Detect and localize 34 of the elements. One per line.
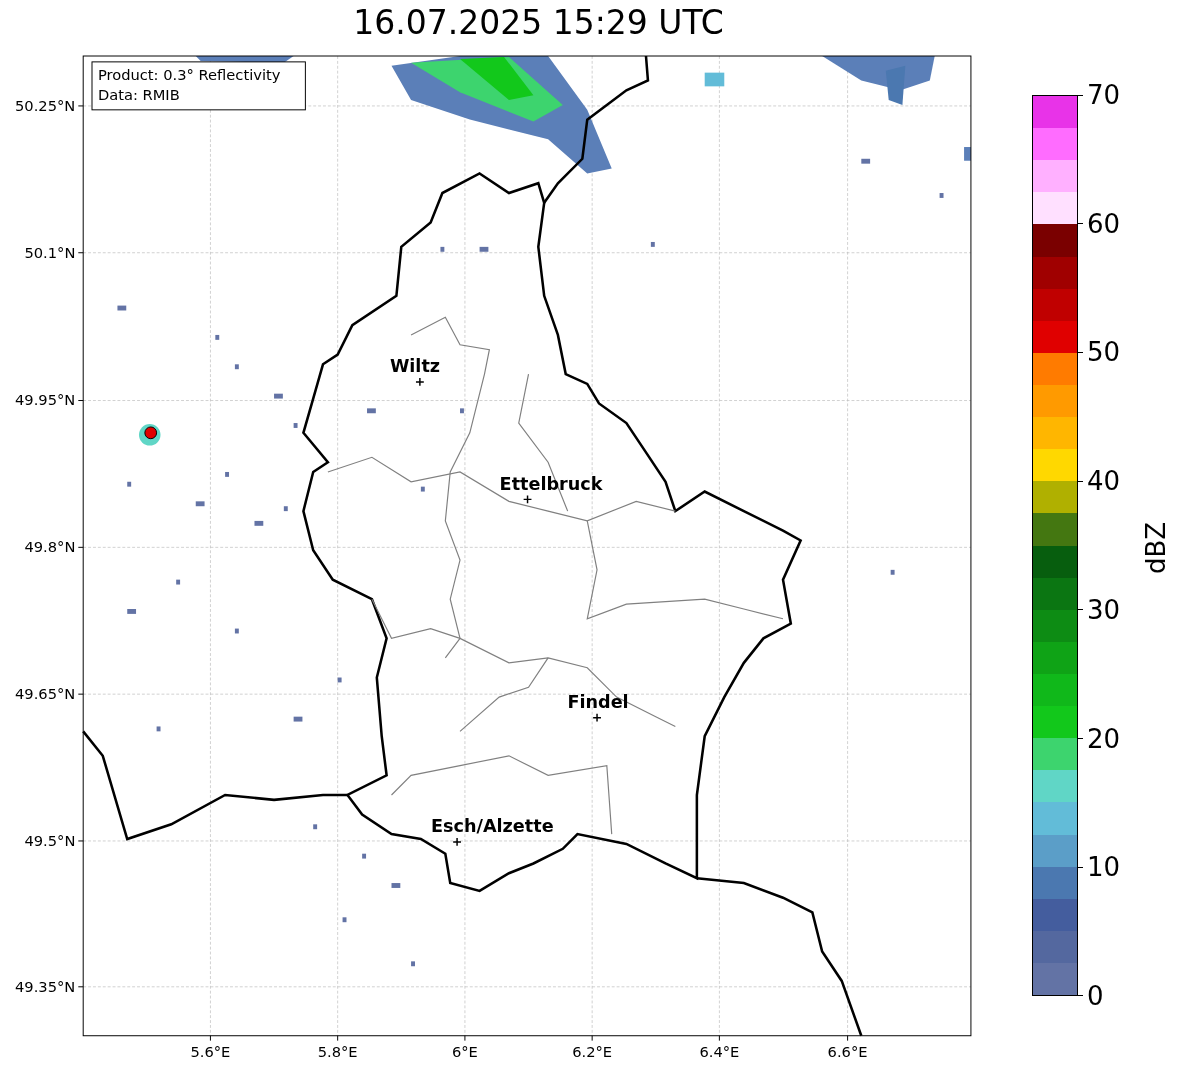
colorbar-tick-label: 70 xyxy=(1086,80,1120,110)
colorbar-tick-label: 60 xyxy=(1086,208,1120,239)
city-marker xyxy=(415,377,425,387)
latitude-label: 50.1°N xyxy=(24,243,76,261)
latitude-label: 49.8°N xyxy=(24,538,76,556)
city-marker xyxy=(592,713,602,723)
colorbar-tick-label: 30 xyxy=(1086,594,1120,625)
radar-site-marker xyxy=(139,424,161,446)
latitude-label: 49.95°N xyxy=(15,391,76,409)
city-marker xyxy=(522,494,533,505)
latitude-label: 49.5°N xyxy=(24,831,76,849)
longitude-label: 6.2°E xyxy=(572,1043,613,1061)
colorbar-tick-label: 10 xyxy=(1086,852,1120,883)
longitude-label: 6.4°E xyxy=(699,1043,740,1061)
longitude-label: 5.8°E xyxy=(317,1043,358,1061)
city-marker xyxy=(452,837,462,847)
chart-title: 16.07.2025 15:29 UTC xyxy=(352,2,725,44)
colorbar-label: dBZ xyxy=(1141,520,1171,574)
colorbar-tick-label: 20 xyxy=(1086,723,1120,754)
city-label: Wiltz xyxy=(389,356,441,377)
colorbar-tick-label: 0 xyxy=(1086,980,1104,1011)
latitude-label: 50.25°N xyxy=(15,96,76,114)
info-text: Data: RMIB xyxy=(97,86,180,104)
city-label: Ettelbruck xyxy=(499,473,603,494)
info-text: Product: 0.3° Reflectivity xyxy=(97,66,281,84)
latitude-label: 49.65°N xyxy=(15,685,76,703)
city-label: Findel xyxy=(567,691,629,712)
latitude-label: 49.35°N xyxy=(15,977,76,995)
longitude-label: 6°E xyxy=(451,1043,478,1061)
colorbar-tick-label: 40 xyxy=(1086,466,1120,497)
city-label: Esch/Alzette xyxy=(431,816,554,837)
colorbar-tick-label: 50 xyxy=(1086,337,1120,368)
longitude-label: 6.6°E xyxy=(827,1043,868,1061)
longitude-label: 5.6°E xyxy=(190,1043,231,1061)
